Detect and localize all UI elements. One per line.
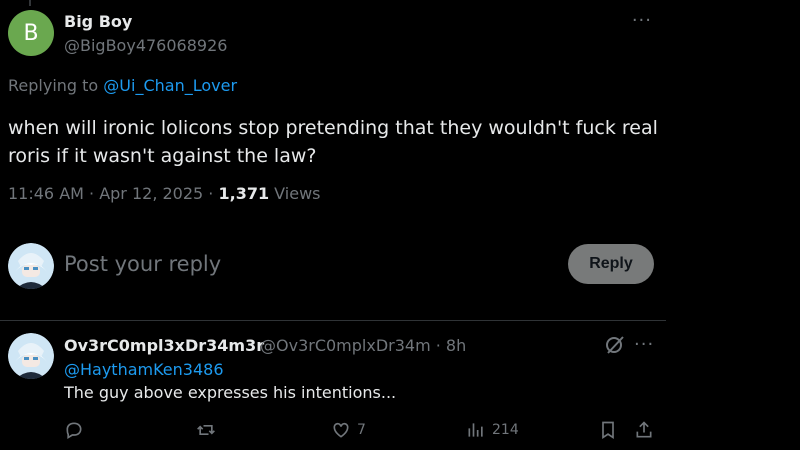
conversation-column: B Big Boy @BigBoy476068926 ··· Replying …: [0, 0, 666, 450]
reply-input[interactable]: Post your reply: [64, 252, 221, 276]
views-count: 1,371: [218, 184, 270, 203]
bookmark-action[interactable]: [598, 420, 618, 440]
more-icon[interactable]: ···: [632, 10, 652, 31]
more-icon[interactable]: ···: [634, 334, 654, 355]
reply-action[interactable]: [64, 420, 84, 440]
like-count: 7: [357, 422, 366, 438]
reply-icon: [66, 422, 82, 439]
grok-icon[interactable]: [604, 334, 626, 356]
replying-to: Replying to @Ui_Chan_Lover: [8, 76, 237, 95]
divider: [0, 320, 666, 321]
reply-text: The guy above expresses his intentions..…: [64, 383, 397, 402]
reply-button[interactable]: Reply: [568, 244, 654, 284]
share-icon: [636, 421, 652, 438]
author-name[interactable]: Big Boy: [64, 12, 132, 31]
reply-author-meta[interactable]: @Ov3rC0mplxDr34m · 8h: [260, 336, 466, 355]
replying-prefix: Replying to: [8, 76, 104, 95]
share-action[interactable]: [634, 420, 654, 440]
views-count: 214: [492, 422, 519, 438]
retweet-icon: [197, 425, 215, 435]
reply-author-name[interactable]: Ov3rC0mpl3xDr34m3r: [64, 336, 264, 355]
retweet-action[interactable]: [196, 420, 216, 440]
replying-to-link[interactable]: @Ui_Chan_Lover: [103, 76, 237, 95]
bookmark-icon: [602, 421, 614, 440]
tweet-timestamp[interactable]: 11:46 AM · Apr 12, 2025 ·: [8, 184, 218, 203]
tweet-text: when will ironic lolicons stop pretendin…: [8, 117, 658, 167]
thread-line: [29, 0, 31, 6]
avatar-letter: B: [23, 20, 39, 46]
views-icon: [468, 423, 483, 437]
views-label: Views: [269, 184, 321, 203]
user-avatar[interactable]: [8, 243, 54, 289]
tweet-meta: 11:46 AM · Apr 12, 2025 · 1,371 Views: [8, 184, 320, 203]
author-handle[interactable]: @BigBoy476068926: [64, 36, 227, 55]
like-icon: [333, 422, 349, 438]
views-action[interactable]: 214: [466, 420, 519, 440]
reply-mention[interactable]: @HaythamKen3486: [64, 360, 224, 379]
reply-author-avatar[interactable]: [8, 333, 54, 379]
author-avatar[interactable]: B: [8, 10, 54, 56]
like-action[interactable]: 7: [331, 420, 366, 440]
